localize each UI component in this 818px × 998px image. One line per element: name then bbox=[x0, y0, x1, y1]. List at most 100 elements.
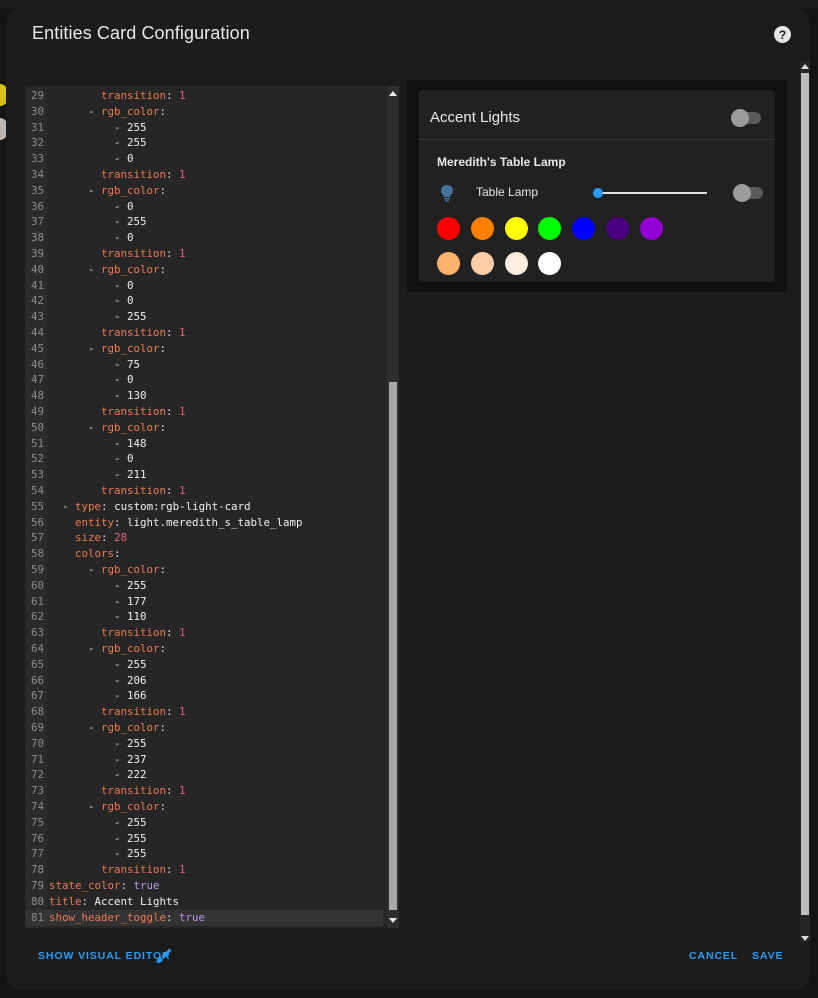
color-swatch[interactable] bbox=[437, 252, 460, 275]
color-swatch[interactable] bbox=[639, 217, 663, 240]
code-line[interactable]: 44 transition: 1 bbox=[25, 325, 383, 341]
dialog-scroll-down-icon[interactable] bbox=[801, 936, 809, 941]
code-line[interactable]: 32 - 255 bbox=[25, 135, 383, 151]
code-line[interactable]: 57 size: 28 bbox=[25, 530, 383, 546]
code-line[interactable]: 39 transition: 1 bbox=[25, 246, 383, 262]
paintbrush-icon[interactable] bbox=[154, 948, 172, 966]
code-text: title: Accent Lights bbox=[49, 894, 180, 908]
code-line[interactable]: 70 - 255 bbox=[25, 736, 383, 752]
dialog-scrollbar[interactable] bbox=[800, 61, 810, 941]
code-line[interactable]: 71 - 237 bbox=[25, 752, 383, 768]
code-line[interactable]: 64 - rgb_color: bbox=[25, 641, 383, 657]
code-line[interactable]: 40 - rgb_color: bbox=[25, 262, 383, 278]
code-text: transition: 1 bbox=[101, 168, 186, 181]
code-line[interactable]: 63 transition: 1 bbox=[25, 625, 383, 641]
code-line[interactable]: 47 - 0 bbox=[25, 372, 383, 388]
editor-scrollbar[interactable] bbox=[387, 86, 399, 928]
color-swatch[interactable] bbox=[470, 217, 494, 240]
color-swatch[interactable] bbox=[538, 217, 562, 240]
code-line[interactable]: 30 - rgb_color: bbox=[25, 104, 383, 120]
code-line[interactable]: 35 - rgb_color: bbox=[25, 183, 383, 199]
show-visual-editor-button[interactable]: SHOW VISUAL EDITOR bbox=[38, 950, 171, 962]
code-line[interactable]: 74 - rgb_color: bbox=[25, 799, 383, 815]
editor-scroll-thumb[interactable] bbox=[389, 382, 397, 910]
code-line[interactable]: 29 transition: 1 bbox=[25, 88, 383, 104]
code-line[interactable]: 42 - 0 bbox=[25, 293, 383, 309]
line-number: 75 bbox=[30, 815, 44, 829]
code-line[interactable]: 73 transition: 1 bbox=[25, 783, 383, 799]
dialog-title: Entities Card Configuration bbox=[32, 23, 250, 43]
save-button[interactable]: SAVE bbox=[752, 950, 783, 962]
card-config-dialog: Entities Card Configuration ? 29 transit… bbox=[6, 8, 810, 990]
code-line[interactable]: 49 transition: 1 bbox=[25, 404, 383, 420]
dialog-scroll-thumb[interactable] bbox=[801, 73, 809, 915]
code-line[interactable]: 52 - 0 bbox=[25, 451, 383, 467]
color-swatch[interactable] bbox=[606, 217, 629, 240]
code-line[interactable]: 36 - 0 bbox=[25, 199, 383, 215]
code-text: - rgb_color: bbox=[88, 341, 167, 355]
help-icon[interactable]: ? bbox=[774, 26, 791, 43]
header-toggle[interactable] bbox=[731, 109, 761, 127]
lightbulb-icon[interactable] bbox=[439, 184, 455, 202]
code-line[interactable]: 53 - 211 bbox=[25, 467, 383, 483]
color-swatch[interactable] bbox=[470, 252, 494, 275]
line-number: 64 bbox=[30, 642, 44, 655]
code-line[interactable]: 79 state_color: true bbox=[25, 878, 383, 894]
code-line[interactable]: 77 - 255 bbox=[25, 846, 383, 862]
code-line[interactable]: 56 entity: light.meredith_s_table_lamp bbox=[25, 515, 383, 531]
code-line[interactable]: 66 - 206 bbox=[25, 673, 383, 689]
brightness-slider[interactable] bbox=[593, 188, 707, 198]
code-text: - 237 bbox=[114, 752, 147, 766]
code-line[interactable]: 38 - 0 bbox=[25, 230, 383, 246]
cancel-button[interactable]: CANCEL bbox=[689, 950, 738, 962]
scroll-up-arrow-icon[interactable] bbox=[389, 91, 397, 96]
code-text: - 222 bbox=[114, 768, 147, 782]
dialog-scroll-up-icon[interactable] bbox=[801, 64, 809, 69]
code-text: - rgb_color: bbox=[88, 800, 167, 813]
code-line[interactable]: 78 transition: 1 bbox=[25, 862, 383, 878]
code-line[interactable]: 62 - 110 bbox=[25, 609, 383, 625]
code-line[interactable]: 68 transition: 1 bbox=[25, 704, 383, 720]
code-line[interactable]: 72 - 222 bbox=[25, 767, 383, 783]
code-text: - 110 bbox=[114, 610, 147, 624]
code-line[interactable]: 51 - 148 bbox=[25, 436, 383, 452]
line-number: 49 bbox=[30, 405, 44, 418]
code-line[interactable]: 55 - type: custom:rgb-light-card bbox=[25, 499, 383, 515]
scroll-down-arrow-icon[interactable] bbox=[389, 918, 397, 923]
yaml-code-editor[interactable]: 29 transition: 1 30 - rgb_color: 31 - 255 3… bbox=[25, 86, 399, 928]
code-line[interactable]: 76 - 255 bbox=[25, 831, 383, 847]
code-line[interactable]: 50 - rgb_color: bbox=[25, 420, 383, 436]
code-line[interactable]: 31 - 255 bbox=[25, 120, 383, 136]
code-line[interactable]: 61 - 177 bbox=[25, 594, 383, 610]
code-line[interactable]: 37 - 255 bbox=[25, 214, 383, 230]
color-swatch[interactable] bbox=[504, 217, 528, 240]
color-swatch[interactable] bbox=[437, 217, 460, 240]
code-line[interactable]: 54 transition: 1 bbox=[25, 483, 383, 499]
code-line[interactable]: 80 title: Accent Lights bbox=[25, 894, 383, 910]
code-line[interactable]: 33 - 0 bbox=[25, 151, 383, 167]
code-line[interactable]: 45 - rgb_color: bbox=[25, 341, 383, 357]
code-line[interactable]: 43 - 255 bbox=[25, 309, 383, 325]
code-text: - rgb_color: bbox=[88, 563, 167, 576]
code-line[interactable]: 81 show_header_toggle: true bbox=[25, 909, 383, 926]
code-line[interactable]: 60 - 255 bbox=[25, 578, 383, 594]
code-line[interactable]: 34 transition: 1 bbox=[25, 167, 383, 183]
color-swatch[interactable] bbox=[504, 252, 528, 275]
code-line[interactable]: 75 - 255 bbox=[25, 815, 383, 831]
code-line[interactable]: 48 - 130 bbox=[25, 388, 383, 404]
color-swatch[interactable] bbox=[572, 217, 596, 240]
line-number: 41 bbox=[30, 278, 44, 292]
code-line[interactable]: 69 - rgb_color: bbox=[25, 720, 383, 736]
code-line[interactable]: 65 - 255 bbox=[25, 657, 383, 673]
code-line[interactable]: 67 - 166 bbox=[25, 688, 383, 704]
entity-toggle[interactable] bbox=[733, 184, 763, 202]
code-line[interactable]: 46 - 75 bbox=[25, 357, 383, 373]
brightness-slider-handle[interactable] bbox=[593, 188, 603, 198]
code-line[interactable]: 58 colors: bbox=[25, 546, 383, 562]
code-line[interactable]: 41 - 0 bbox=[25, 278, 383, 294]
code-text: colors: bbox=[75, 547, 121, 561]
entity-label[interactable]: Table Lamp bbox=[476, 185, 538, 199]
code-line[interactable]: 59 - rgb_color: bbox=[25, 562, 383, 578]
line-number: 66 bbox=[30, 673, 44, 687]
color-swatch[interactable] bbox=[538, 252, 562, 275]
